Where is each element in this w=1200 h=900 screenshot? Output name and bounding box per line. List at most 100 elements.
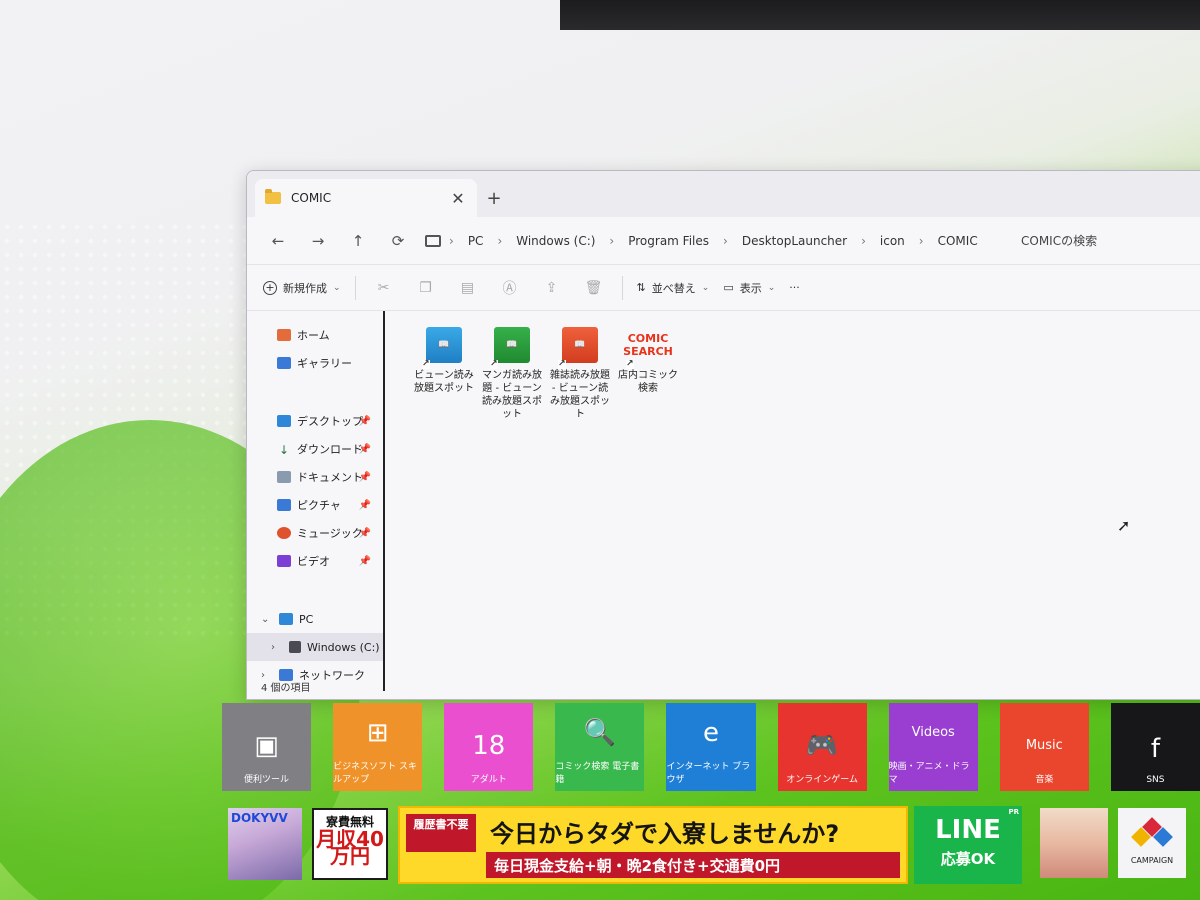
breadcrumb-program-files[interactable]: Program Files bbox=[622, 232, 715, 250]
gamepad-icon: 🎮 bbox=[805, 731, 839, 761]
chevron-down-icon[interactable]: ⌄ bbox=[261, 614, 273, 625]
file-item[interactable]: COMIC SEARCH 店内コミック検索 bbox=[617, 327, 679, 421]
file-item[interactable]: 📖 雑誌読み放題 - ビューン読み放題スポット bbox=[549, 327, 611, 421]
pin-icon[interactable]: 📌 bbox=[359, 416, 371, 427]
breadcrumb-separator: › bbox=[609, 233, 615, 248]
launcher-tile-browser[interactable]: e インターネット ブラウザ bbox=[666, 703, 756, 791]
chevron-right-icon[interactable]: › bbox=[271, 642, 283, 653]
launcher-tile-label: 映画・アニメ・ドラマ bbox=[888, 762, 970, 785]
paste-icon[interactable]: ▤ bbox=[454, 276, 482, 300]
rename-icon[interactable]: Ⓐ bbox=[496, 276, 524, 300]
new-item-button[interactable]: + 新規作成 ⌄ bbox=[263, 280, 341, 296]
sidebar-item-windows-c[interactable]: › Windows (C:) bbox=[247, 633, 383, 661]
launcher-tile-sns[interactable]: f SNS bbox=[1110, 703, 1200, 791]
chevron-down-icon: ⌄ bbox=[701, 282, 710, 293]
view-button[interactable]: ▭ 表示 ⌄ bbox=[723, 280, 775, 296]
gallery-icon bbox=[277, 357, 291, 369]
sidebar-item-gallery[interactable]: ギャラリー bbox=[247, 349, 383, 377]
line-apply-banner[interactable]: PR LINE 応募OK bbox=[914, 806, 1022, 884]
comic-search-icon: COMIC SEARCH bbox=[623, 327, 673, 369]
back-button[interactable]: ← bbox=[261, 226, 295, 256]
refresh-button[interactable]: ⟳ bbox=[381, 226, 415, 256]
launcher-tile-business[interactable]: ⊞ ビジネスソフト スキルアップ bbox=[333, 703, 423, 791]
job-ad-badge: 履歴書不要 bbox=[406, 814, 476, 852]
breadcrumb-separator: › bbox=[723, 233, 728, 248]
launcher-tile-comic[interactable]: 🔍 コミック検索 電子書籍 bbox=[555, 703, 645, 791]
cut-icon[interactable]: ✂ bbox=[370, 276, 398, 300]
launcher-tile-music[interactable]: Music 音楽 bbox=[999, 703, 1089, 791]
more-options-button[interactable]: ··· bbox=[789, 281, 800, 294]
breadcrumb-separator: › bbox=[449, 233, 454, 248]
sidebar-item-pc[interactable]: ⌄ PC bbox=[247, 605, 383, 633]
launcher-tile-tools[interactable]: ▣ 便利ツール bbox=[222, 703, 312, 791]
chevron-down-icon: ⌄ bbox=[333, 282, 341, 293]
sns-icon: f bbox=[1150, 734, 1160, 764]
sidebar-item-downloads[interactable]: ↓ ダウンロード 📌 bbox=[247, 435, 383, 463]
sidebar-item-videos[interactable]: ビデオ 📌 bbox=[247, 547, 383, 575]
share-icon[interactable]: ⇪ bbox=[538, 276, 566, 300]
job-ad-banner[interactable]: 履歴書不要 今日からタダで入寮しませんか? 毎日現金支給+朝・晩2食付き+交通費… bbox=[398, 806, 908, 884]
launcher-tile-label: 便利ツール bbox=[244, 775, 290, 785]
breadcrumb-desktoplauncher[interactable]: DesktopLauncher bbox=[736, 232, 853, 250]
search-input[interactable]: COMICの検索 bbox=[1011, 228, 1200, 253]
file-item[interactable]: 📖 マンガ読み放題 - ビューン読み放題スポット bbox=[481, 327, 543, 421]
breadcrumb-separator: › bbox=[861, 233, 866, 248]
sidebar-item-label: ギャラリー bbox=[297, 357, 352, 370]
close-tab-button[interactable]: ✕ bbox=[449, 189, 467, 208]
file-name: ビューン読み放題スポット bbox=[414, 370, 474, 394]
tab-comic[interactable]: COMIC ✕ bbox=[255, 179, 477, 217]
new-item-label: 新規作成 bbox=[283, 281, 327, 295]
tv-icon: ▣ bbox=[254, 731, 279, 761]
sidebar-item-home[interactable]: ホーム bbox=[247, 321, 383, 349]
sidebar-item-documents[interactable]: ドキュメント 📌 bbox=[247, 463, 383, 491]
comic-search-icon: 🔍 bbox=[583, 718, 617, 748]
pin-icon[interactable]: 📌 bbox=[359, 472, 371, 483]
file-name: マンガ読み放題 - ビューン読み放題スポット bbox=[482, 370, 542, 420]
line-label: LINE bbox=[935, 815, 1001, 845]
launcher-tile-adult[interactable]: 18 アダルト bbox=[444, 703, 534, 791]
campaign-label: CAMPAIGN bbox=[1130, 856, 1174, 865]
sidebar-item-label: ドキュメント bbox=[297, 471, 363, 484]
file-item[interactable]: 📖 ビューン読み放題スポット bbox=[413, 327, 475, 421]
music-note-icon: Music bbox=[1025, 738, 1063, 753]
launcher-tile-videos[interactable]: Videos 映画・アニメ・ドラマ bbox=[888, 703, 978, 791]
forward-button[interactable]: → bbox=[301, 226, 335, 256]
delete-icon[interactable]: 🗑 bbox=[580, 276, 608, 300]
breadcrumb-comic[interactable]: COMIC bbox=[932, 232, 984, 250]
book-shortcut-icon: 📖 bbox=[422, 327, 462, 369]
mouse-cursor-icon: ➚ bbox=[1117, 516, 1131, 535]
new-tab-button[interactable]: + bbox=[477, 179, 511, 217]
breadcrumb-pc[interactable]: PC bbox=[462, 232, 490, 250]
copy-icon[interactable]: ❐ bbox=[412, 276, 440, 300]
sidebar-item-desktop[interactable]: デスクトップ 📌 bbox=[247, 407, 383, 435]
download-icon: ↓ bbox=[278, 443, 290, 457]
sort-button[interactable]: ⇅ 並べ替え ⌄ bbox=[637, 280, 710, 296]
status-bar: 4 個の項目 bbox=[261, 683, 311, 694]
file-grid: 📖 ビューン読み放題スポット 📖 マンガ読み放題 - ビューン読み放題スポット … bbox=[413, 327, 1200, 421]
pin-icon[interactable]: 📌 bbox=[359, 556, 371, 567]
breadcrumb-windows-c[interactable]: Windows (C:) bbox=[510, 232, 601, 250]
up-button[interactable]: ↑ bbox=[341, 226, 375, 256]
campaign-banner[interactable]: CAMPAIGN bbox=[1118, 808, 1186, 878]
launcher-tile-label: コミック検索 電子書籍 bbox=[555, 762, 640, 785]
sidebar-item-label: デスクトップ bbox=[297, 415, 363, 428]
videos-icon: Videos bbox=[911, 725, 955, 740]
dormitory-banner[interactable]: 寮費無料 月収40万円 bbox=[312, 808, 388, 880]
breadcrumb-icon[interactable]: icon bbox=[874, 232, 911, 250]
tab-title: COMIC bbox=[291, 191, 332, 205]
browser-icon: e bbox=[702, 718, 719, 748]
sidebar-item-pictures[interactable]: ピクチャ 📌 bbox=[247, 491, 383, 519]
launcher-tile-games[interactable]: 🎮 オンラインゲーム bbox=[777, 703, 867, 791]
monitor-icon[interactable] bbox=[425, 234, 441, 247]
view-label: 表示 bbox=[739, 281, 762, 295]
pin-icon[interactable]: 📌 bbox=[359, 444, 371, 455]
game-character-banner[interactable] bbox=[1040, 808, 1108, 878]
pin-icon[interactable]: 📌 bbox=[359, 528, 371, 539]
launcher-tile-label: インターネット ブラウザ bbox=[666, 762, 751, 785]
sidebar-item-music[interactable]: ミュージック 📌 bbox=[247, 519, 383, 547]
dvd-banner[interactable]: DOKYVV bbox=[228, 808, 302, 880]
home-icon bbox=[277, 329, 291, 341]
book-shortcut-icon: 📖 bbox=[490, 327, 530, 369]
pin-icon[interactable]: 📌 bbox=[359, 500, 371, 511]
heart-18-icon: 18 bbox=[472, 731, 506, 761]
